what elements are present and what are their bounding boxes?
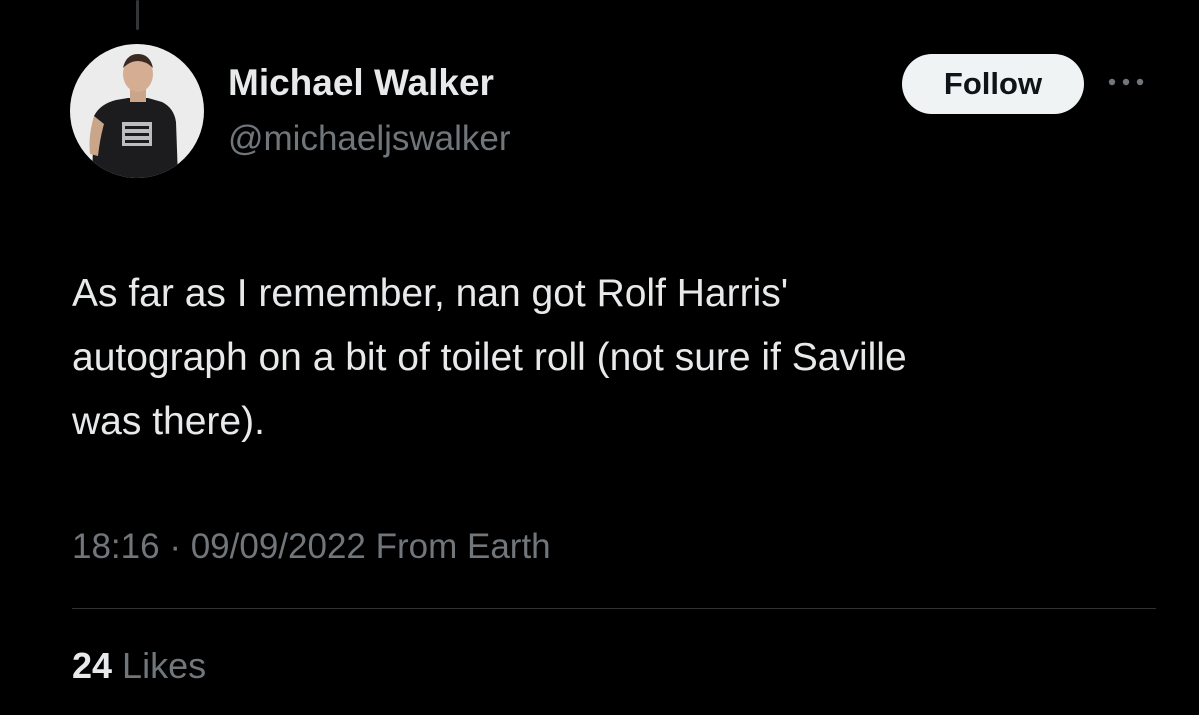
more-options-icon[interactable] <box>1098 66 1154 98</box>
author-avatar[interactable] <box>70 44 204 178</box>
likes-label: Likes <box>112 645 207 686</box>
tweet-date[interactable]: 09/09/2022 <box>191 527 366 566</box>
author-display-name[interactable]: Michael Walker <box>228 62 494 104</box>
divider <box>72 608 1156 609</box>
profile-photo-icon <box>70 44 204 178</box>
thread-connector-line <box>136 0 139 30</box>
tweet-time[interactable]: 18:16 <box>72 527 160 566</box>
likes-count: 24 <box>72 645 113 686</box>
meta-separator: · <box>159 527 191 566</box>
tweet-metadata: 18:16 · 09/09/2022 From Earth <box>72 527 551 567</box>
ellipsis-icon <box>1108 78 1144 86</box>
tweet-text: As far as I remember, nan got Rolf Harri… <box>72 272 907 443</box>
follow-button[interactable]: Follow <box>902 54 1084 114</box>
author-handle[interactable]: @michaeljswalker <box>228 119 511 159</box>
likes-count-link[interactable]: 24 Likes <box>72 645 206 687</box>
tweet-source: From Earth <box>365 527 551 566</box>
